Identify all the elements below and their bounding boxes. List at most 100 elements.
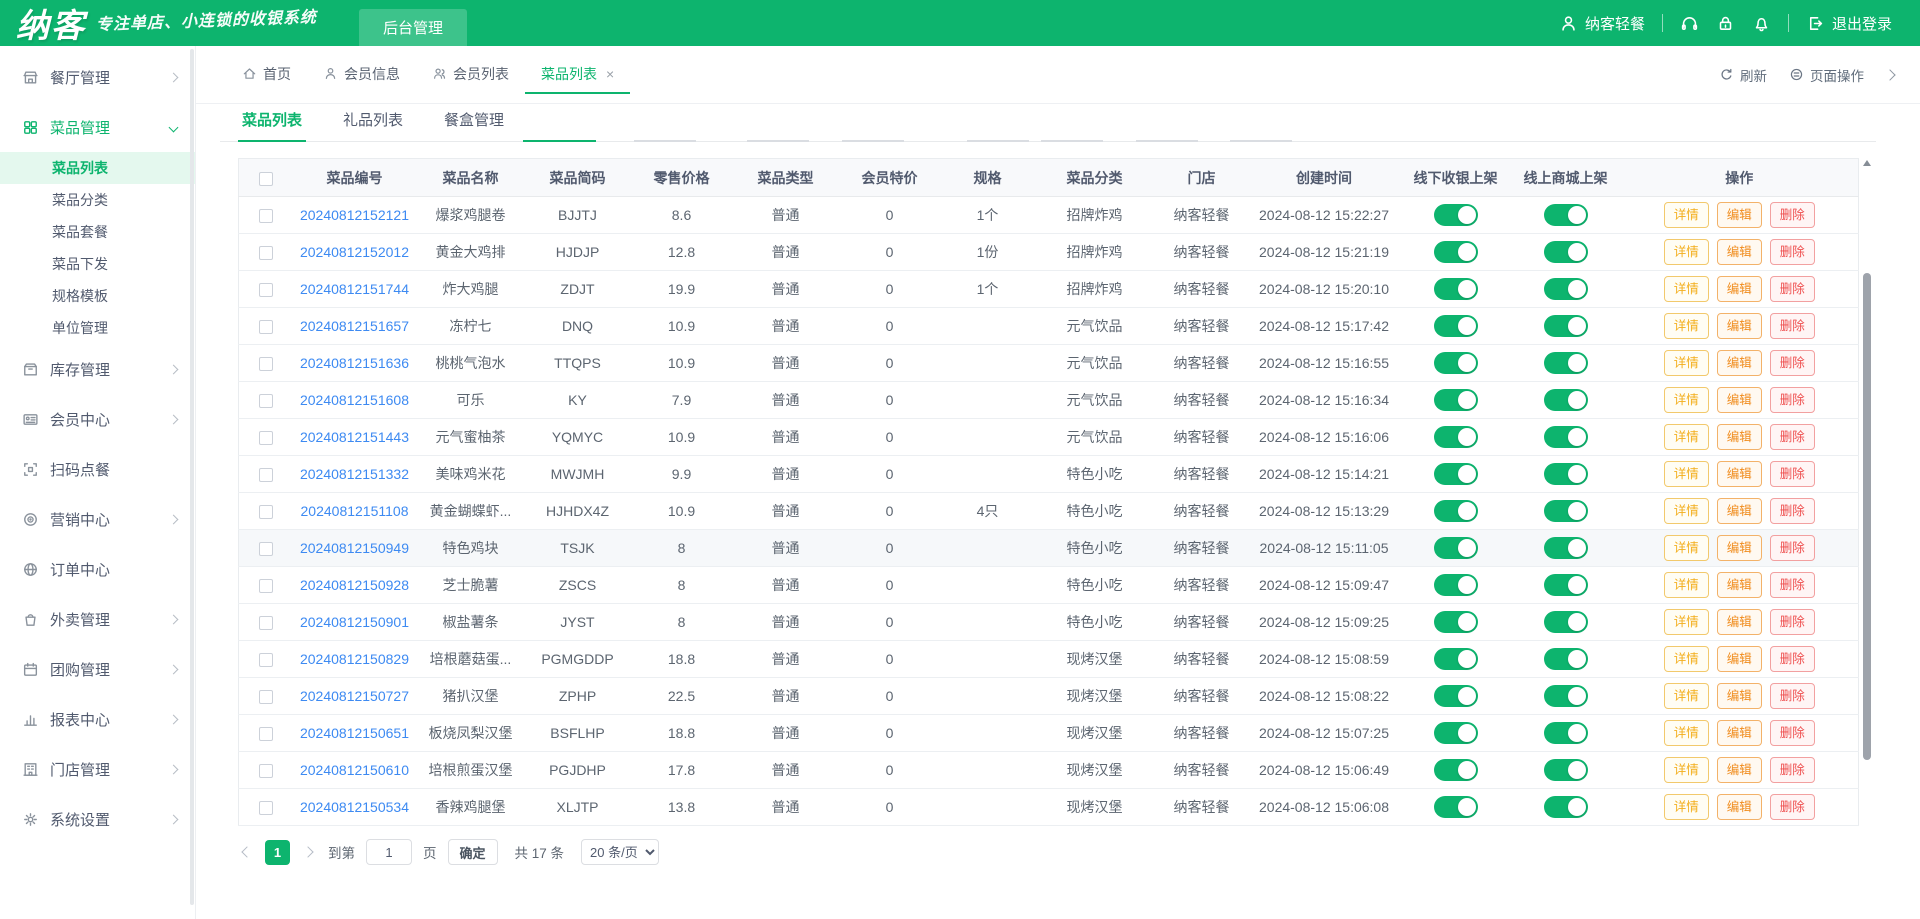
confirm-button[interactable]: 确定 (448, 839, 498, 865)
detail-button[interactable]: 详情 (1664, 461, 1709, 488)
edit-button[interactable]: 编辑 (1717, 424, 1762, 451)
row-checkbox[interactable] (259, 283, 273, 297)
row-checkbox[interactable] (259, 690, 273, 704)
detail-button[interactable]: 详情 (1664, 757, 1709, 784)
offline-shelf-toggle[interactable] (1434, 722, 1478, 744)
edit-button[interactable]: 编辑 (1717, 683, 1762, 710)
delete-button[interactable]: 删除 (1770, 239, 1815, 266)
tab-home[interactable]: 首页 (226, 56, 307, 94)
subtab-dish-list[interactable]: 菜品列表 (238, 109, 306, 141)
sidebar-item-store[interactable]: 门店管理 (0, 744, 195, 794)
row-checkbox[interactable] (259, 616, 273, 630)
dish-id-link[interactable]: 20240812151608 (300, 392, 409, 408)
edit-button[interactable]: 编辑 (1717, 757, 1762, 784)
sidebar-scrollbar[interactable] (190, 49, 194, 905)
row-checkbox[interactable] (259, 764, 273, 778)
prev-page-button[interactable] (241, 846, 252, 857)
online-shelf-toggle[interactable] (1544, 463, 1588, 485)
sidebar-item-report[interactable]: 报表中心 (0, 694, 195, 744)
offline-shelf-toggle[interactable] (1434, 611, 1478, 633)
sidebar-item-member[interactable]: 会员中心 (0, 394, 195, 444)
delete-button[interactable]: 删除 (1770, 202, 1815, 229)
detail-button[interactable]: 详情 (1664, 424, 1709, 451)
dish-id-link[interactable]: 20240812151744 (300, 281, 409, 297)
online-shelf-toggle[interactable] (1544, 278, 1588, 300)
offline-shelf-toggle[interactable] (1434, 648, 1478, 670)
dish-id-link[interactable]: 20240812150610 (300, 762, 409, 778)
sidebar-subitem-dish-category[interactable]: 菜品分类 (0, 184, 195, 216)
edit-button[interactable]: 编辑 (1717, 498, 1762, 525)
filter-input-underline[interactable] (634, 140, 696, 142)
delete-button[interactable]: 删除 (1770, 387, 1815, 414)
delete-button[interactable]: 删除 (1770, 498, 1815, 525)
offline-shelf-toggle[interactable] (1434, 463, 1478, 485)
filter-input-underline[interactable] (967, 140, 1029, 142)
edit-button[interactable]: 编辑 (1717, 202, 1762, 229)
online-shelf-toggle[interactable] (1544, 241, 1588, 263)
edit-button[interactable]: 编辑 (1717, 350, 1762, 377)
edit-button[interactable]: 编辑 (1717, 572, 1762, 599)
dish-id-link[interactable]: 20240812151636 (300, 355, 409, 371)
online-shelf-toggle[interactable] (1544, 796, 1588, 818)
row-checkbox[interactable] (259, 653, 273, 667)
detail-button[interactable]: 详情 (1664, 239, 1709, 266)
delete-button[interactable]: 删除 (1770, 794, 1815, 821)
select-all-checkbox[interactable] (259, 172, 273, 186)
dish-id-link[interactable]: 20240812150727 (300, 688, 409, 704)
online-shelf-toggle[interactable] (1544, 611, 1588, 633)
row-checkbox[interactable] (259, 801, 273, 815)
online-shelf-toggle[interactable] (1544, 722, 1588, 744)
goto-page-input[interactable] (366, 839, 412, 865)
detail-button[interactable]: 详情 (1664, 313, 1709, 340)
detail-button[interactable]: 详情 (1664, 609, 1709, 636)
offline-shelf-toggle[interactable] (1434, 315, 1478, 337)
chevron-right-icon[interactable] (1884, 69, 1895, 80)
edit-button[interactable]: 编辑 (1717, 535, 1762, 562)
edit-button[interactable]: 编辑 (1717, 313, 1762, 340)
row-checkbox[interactable] (259, 431, 273, 445)
dish-id-link[interactable]: 20240812150651 (300, 725, 409, 741)
sidebar-item-settings[interactable]: 系统设置 (0, 794, 195, 844)
detail-button[interactable]: 详情 (1664, 535, 1709, 562)
row-checkbox[interactable] (259, 394, 273, 408)
online-shelf-toggle[interactable] (1544, 315, 1588, 337)
filter-input-underline[interactable] (842, 140, 904, 142)
offline-shelf-toggle[interactable] (1434, 537, 1478, 559)
delete-button[interactable]: 删除 (1770, 424, 1815, 451)
offline-shelf-toggle[interactable] (1434, 574, 1478, 596)
scroll-up-arrow-icon[interactable] (1863, 160, 1871, 166)
tab-dish-list[interactable]: 菜品列表× (525, 56, 630, 94)
filter-input-underline[interactable] (1230, 140, 1292, 142)
offline-shelf-toggle[interactable] (1434, 204, 1478, 226)
sidebar-subitem-spec-template[interactable]: 规格模板 (0, 280, 195, 312)
dish-id-link[interactable]: 20240812150534 (300, 799, 409, 815)
online-shelf-toggle[interactable] (1544, 204, 1588, 226)
online-shelf-toggle[interactable] (1544, 500, 1588, 522)
edit-button[interactable]: 编辑 (1717, 609, 1762, 636)
delete-button[interactable]: 删除 (1770, 350, 1815, 377)
subtab-mealbox-manage[interactable]: 餐盒管理 (440, 109, 508, 141)
row-checkbox[interactable] (259, 320, 273, 334)
tab-close-icon[interactable]: × (606, 67, 614, 81)
table-scrollbar[interactable] (1862, 158, 1872, 843)
sidebar-item-inventory[interactable]: 库存管理 (0, 344, 195, 394)
offline-shelf-toggle[interactable] (1434, 426, 1478, 448)
online-shelf-toggle[interactable] (1544, 648, 1588, 670)
sidebar-item-groupbuy[interactable]: 团购管理 (0, 644, 195, 694)
edit-button[interactable]: 编辑 (1717, 387, 1762, 414)
detail-button[interactable]: 详情 (1664, 350, 1709, 377)
tab-member-info[interactable]: 会员信息 (307, 56, 416, 94)
edit-button[interactable]: 编辑 (1717, 720, 1762, 747)
detail-button[interactable]: 详情 (1664, 794, 1709, 821)
offline-shelf-toggle[interactable] (1434, 389, 1478, 411)
delete-button[interactable]: 删除 (1770, 646, 1815, 673)
sidebar-item-dish[interactable]: 菜品管理 (0, 102, 195, 152)
sidebar-item-order[interactable]: 订单中心 (0, 544, 195, 594)
sidebar-item-takeout[interactable]: 外卖管理 (0, 594, 195, 644)
row-checkbox[interactable] (259, 505, 273, 519)
detail-button[interactable]: 详情 (1664, 276, 1709, 303)
lock-icon[interactable] (1716, 14, 1735, 33)
detail-button[interactable]: 详情 (1664, 572, 1709, 599)
subtab-gift-list[interactable]: 礼品列表 (339, 109, 407, 141)
edit-button[interactable]: 编辑 (1717, 646, 1762, 673)
